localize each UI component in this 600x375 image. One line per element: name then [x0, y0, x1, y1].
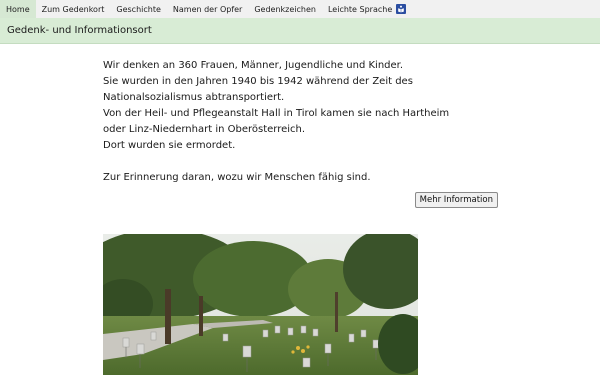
- text-line: Nationalsozialismus abtransportiert.: [103, 92, 285, 103]
- nav-item-gedenkzeichen[interactable]: Gedenkzeichen: [248, 0, 322, 18]
- main-content: Wir denken an 360 Frauen, Männer, Jugend…: [103, 58, 498, 208]
- nav-item-home[interactable]: Home: [0, 0, 36, 18]
- text-line: Dort wurden sie ermordet.: [103, 140, 236, 151]
- top-navigation: Home Zum Gedenkort Geschichte Namen der …: [0, 0, 600, 18]
- closing-text: Zur Erinnerung daran, wozu wir Menschen …: [103, 172, 371, 183]
- nav-item-geschichte[interactable]: Geschichte: [110, 0, 167, 18]
- more-information-button[interactable]: Mehr Information: [414, 192, 498, 208]
- text-line: Von der Heil- und Pflegeanstalt Hall in …: [103, 108, 450, 119]
- nav-item-label: Namen der Opfer: [172, 4, 243, 14]
- nav-item-zum-gedenkort[interactable]: Zum Gedenkort: [36, 0, 111, 18]
- page-title: Gedenk- und Informationsort: [7, 25, 152, 36]
- nav-item-label: Leichte Sprache: [327, 4, 393, 14]
- nav-item-label: Gedenkzeichen: [254, 4, 316, 14]
- text-line: oder Linz-Niedernhart in Oberösterreich.: [103, 124, 306, 135]
- section-header: Gedenk- und Informationsort: [0, 18, 600, 44]
- memorial-photo: [103, 234, 418, 375]
- nav-item-namen-der-opfer[interactable]: Namen der Opfer: [167, 0, 248, 18]
- text-line: Wir denken an 360 Frauen, Männer, Jugend…: [103, 60, 404, 71]
- intro-text: Wir denken an 360 Frauen, Männer, Jugend…: [103, 58, 498, 186]
- nav-item-label: Home: [6, 4, 30, 14]
- nav-item-label: Zum Gedenkort: [41, 4, 105, 14]
- nav-item-leichte-sprache[interactable]: Leichte Sprache: [322, 0, 412, 18]
- easy-language-icon: [396, 4, 407, 14]
- text-line: Sie wurden in den Jahren 1940 bis 1942 w…: [103, 76, 413, 87]
- nav-item-label: Geschichte: [116, 4, 161, 14]
